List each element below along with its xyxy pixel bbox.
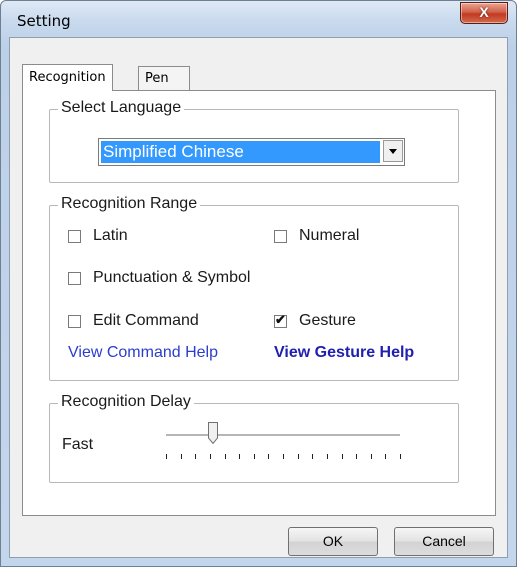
slider-tick [370, 454, 372, 459]
recognition-range-legend: Recognition Range [58, 195, 201, 213]
slider-tick [195, 454, 197, 459]
gesture-label: Gesture [299, 312, 356, 329]
title-bar[interactable]: Setting X [1, 1, 516, 37]
recognition-delay-group: Recognition Delay Fast [49, 393, 459, 483]
slider-tick [239, 454, 241, 459]
view-command-help-link[interactable]: View Command Help [68, 344, 218, 362]
checkmark-icon: ✔ [275, 311, 286, 327]
numeral-checkbox-box[interactable] [274, 229, 287, 243]
delay-slider[interactable] [158, 420, 408, 464]
language-select-value: Simplified Chinese [101, 141, 380, 163]
punctuation-checkbox[interactable]: Punctuation & Symbol [68, 269, 250, 287]
select-language-group: Select Language Simplified Chinese [49, 99, 459, 183]
fast-label: Fast [62, 436, 94, 453]
slider-tick [166, 454, 167, 459]
recognition-delay-legend: Recognition Delay [58, 393, 194, 411]
slider-tick [297, 454, 299, 459]
slider-tick [283, 454, 284, 459]
punctuation-label: Punctuation & Symbol [93, 269, 251, 286]
close-icon: X [479, 4, 489, 20]
slider-tick [253, 454, 255, 459]
latin-label: Latin [93, 227, 128, 244]
dialog-client-area: Recognition Pen Select Language Simplifi… [9, 37, 508, 558]
slider-tick [312, 454, 314, 459]
cancel-button[interactable]: Cancel [394, 527, 494, 556]
select-language-legend: Select Language [58, 99, 185, 117]
chevron-down-icon[interactable] [383, 140, 403, 162]
latin-checkbox-box[interactable] [68, 229, 81, 243]
slider-tick [400, 454, 401, 459]
slider-ticks [166, 454, 401, 460]
slider-tick [326, 454, 328, 459]
close-button[interactable]: X [460, 2, 508, 24]
gesture-checkbox-box[interactable]: ✔ [274, 311, 287, 328]
slider-thumb[interactable] [207, 422, 218, 444]
language-select[interactable]: Simplified Chinese [98, 138, 405, 166]
slider-track [166, 434, 400, 437]
recognition-range-group: Recognition Range Latin Numeral Punctuat… [49, 195, 459, 381]
punctuation-checkbox-box[interactable] [68, 271, 81, 285]
ok-button[interactable]: OK [288, 527, 378, 556]
window-title: Setting [17, 12, 71, 30]
tab-pen[interactable]: Pen [138, 66, 190, 90]
tab-recognition[interactable]: Recognition [22, 64, 113, 91]
gesture-checkbox[interactable]: ✔ Gesture [274, 312, 356, 330]
view-gesture-help-link[interactable]: View Gesture Help [274, 344, 414, 362]
slider-tick [385, 454, 387, 459]
edit-command-label: Edit Command [93, 312, 199, 329]
edit-command-checkbox[interactable]: Edit Command [68, 312, 199, 330]
slider-tick [268, 454, 270, 459]
latin-checkbox[interactable]: Latin [68, 227, 128, 245]
numeral-checkbox[interactable]: Numeral [274, 227, 359, 245]
slider-tick [341, 454, 343, 459]
dialog-window: Setting X Recognition Pen Select Languag… [0, 0, 517, 567]
recognition-tab-panel: Select Language Simplified Chinese Recog… [22, 90, 496, 516]
edit-command-checkbox-box[interactable] [68, 314, 81, 328]
slider-tick [209, 454, 211, 459]
slider-tick [180, 454, 182, 459]
slider-tick [356, 454, 358, 459]
numeral-label: Numeral [299, 227, 360, 244]
slider-tick [224, 454, 226, 459]
